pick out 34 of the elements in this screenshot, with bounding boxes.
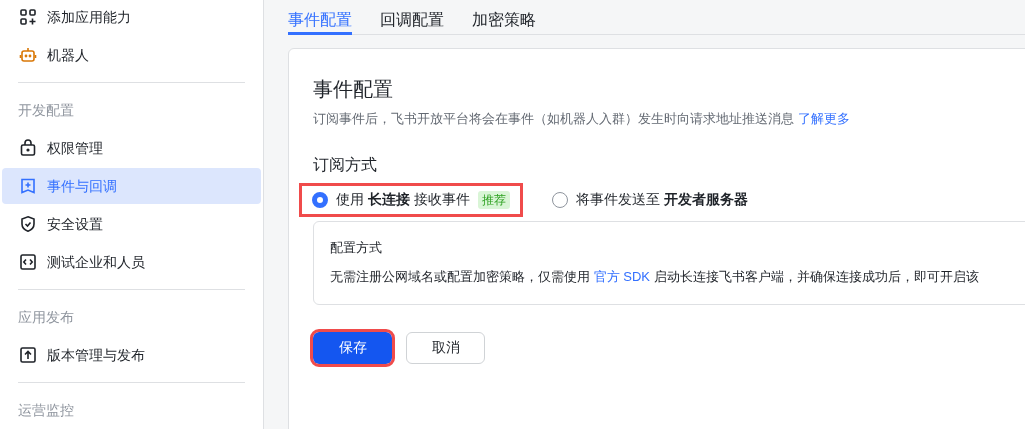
sidebar-item[interactable]: 版本管理与发布 [2,337,261,373]
config-text: 无需注册公网域名或配置加密策略，仅需使用 [330,269,591,284]
subscription-label: 订阅方式 [313,154,378,175]
learn-more-link[interactable]: 了解更多 [797,111,850,126]
grid-plus-icon [19,8,37,26]
sdk-link[interactable]: 官方 SDK [593,269,650,284]
upload-icon [19,346,37,364]
section-heading: 运营监控 [18,400,74,420]
robot-icon [19,46,37,64]
tab[interactable]: 加密策略 [472,0,536,35]
config-title: 配置方式 [330,238,383,257]
save-button[interactable]: 保存 [313,331,392,364]
recommended-tag: 推荐 [477,190,510,209]
tab[interactable]: 回调配置 [380,0,444,35]
section-heading: 开发配置 [18,100,74,120]
card-title: 事件配置 [313,77,394,102]
shield-check-icon [19,215,37,233]
description: 订阅事件后，飞书开放平台将会在事件（如机器人入群）发生时向请求地址推送消息 [313,111,794,126]
radio-option[interactable]: 使用 长连接 接收事件 推荐 [299,182,523,217]
sidebar-item[interactable]: 事件与回调 [2,168,261,204]
config-text: 启动长连接飞书客户端，并确保连接成功后，即可开启该 [652,269,979,284]
lock-icon [19,139,37,157]
sidebar-item[interactable]: 权限管理 [2,130,261,166]
sidebar-item[interactable]: 机器人 [2,37,261,73]
section-heading: 应用发布 [18,307,74,327]
sidebar-item[interactable]: 添加应用能力 [2,0,261,35]
sidebar-item[interactable]: 安全设置 [2,206,261,242]
cancel-button[interactable]: 取消 [406,331,485,364]
code-icon [19,253,37,271]
radio-option[interactable]: 将事件发送至 开发者服务器 [538,182,761,217]
sidebar-item[interactable]: 测试企业和人员 [2,244,261,280]
bookmark-plus-icon [19,177,37,195]
radio-button[interactable] [312,191,328,208]
tab[interactable]: 事件配置 [288,0,352,35]
